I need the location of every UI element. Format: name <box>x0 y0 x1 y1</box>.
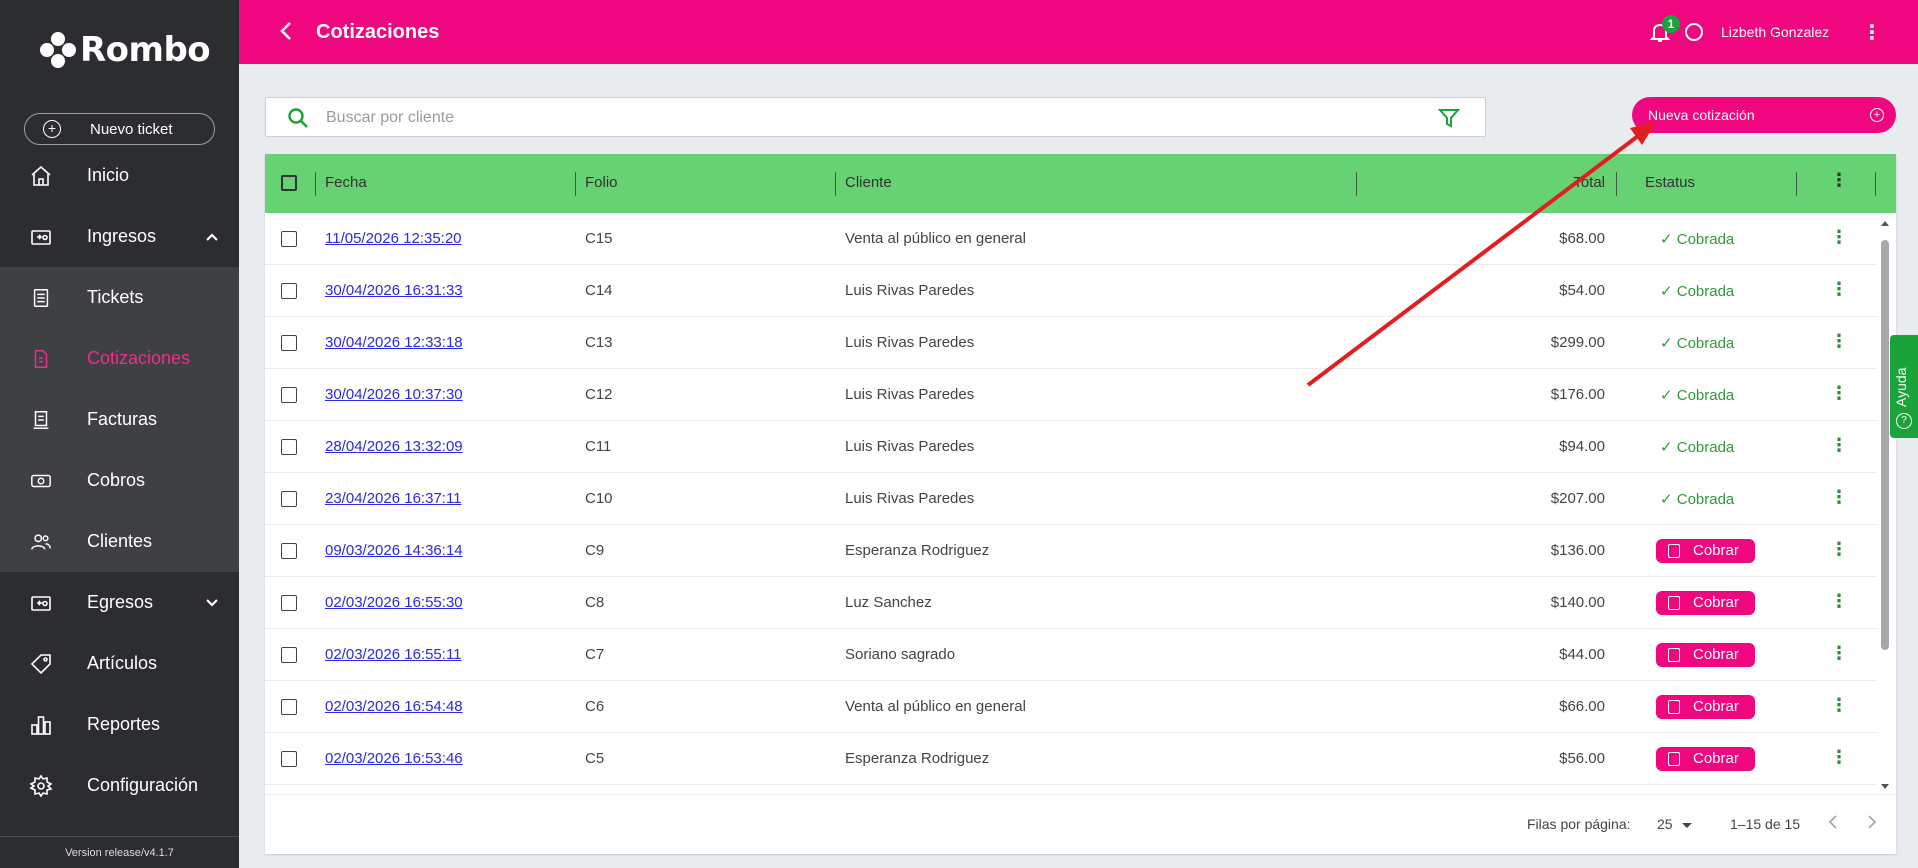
annotation-arrow <box>1306 122 1656 387</box>
